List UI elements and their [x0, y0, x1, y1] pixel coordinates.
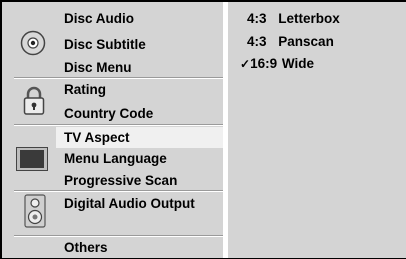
- divider: [14, 78, 223, 79]
- divider: [14, 125, 223, 126]
- speaker-icon: [24, 194, 46, 233]
- setup-menu-window: Disc Audio Disc Subtitle Disc Menu Ratin…: [0, 0, 406, 259]
- check-mark-icon: ✓: [240, 57, 251, 71]
- category-menu: Disc Audio Disc Subtitle Disc Menu Ratin…: [2, 2, 223, 258]
- tv-icon: [16, 147, 48, 176]
- options-panel: 4:3 Letterbox 4:3 Panscan ✓16:9 Wide: [228, 2, 406, 258]
- menu-item-progressive-scan[interactable]: Progressive Scan: [64, 173, 177, 189]
- divider: [14, 191, 223, 192]
- option-label: Letterbox: [278, 11, 340, 26]
- menu-item-disc-audio[interactable]: Disc Audio: [64, 11, 134, 27]
- lock-icon: [22, 86, 46, 121]
- option-ratio: 16:9: [250, 56, 278, 71]
- divider: [14, 236, 223, 237]
- menu-item-disc-menu[interactable]: Disc Menu: [64, 60, 132, 76]
- option-letterbox[interactable]: 4:3 Letterbox: [247, 11, 340, 27]
- disc-icon: [20, 30, 46, 61]
- option-ratio: 4:3: [247, 34, 267, 49]
- menu-item-tv-aspect[interactable]: TV Aspect: [64, 130, 130, 146]
- option-panscan[interactable]: 4:3 Panscan: [247, 34, 334, 50]
- option-ratio: 4:3: [247, 11, 267, 26]
- option-label: Wide: [281, 56, 314, 71]
- menu-item-rating[interactable]: Rating: [64, 82, 106, 98]
- menu-item-others[interactable]: Others: [64, 240, 108, 256]
- menu-item-digital-audio-output[interactable]: Digital Audio Output: [64, 196, 195, 212]
- option-wide[interactable]: ✓16:9 Wide: [240, 56, 314, 72]
- menu-item-country-code[interactable]: Country Code: [64, 106, 153, 122]
- option-label: Panscan: [278, 34, 334, 49]
- menu-item-disc-subtitle[interactable]: Disc Subtitle: [64, 37, 146, 53]
- menu-item-menu-language[interactable]: Menu Language: [64, 151, 167, 167]
